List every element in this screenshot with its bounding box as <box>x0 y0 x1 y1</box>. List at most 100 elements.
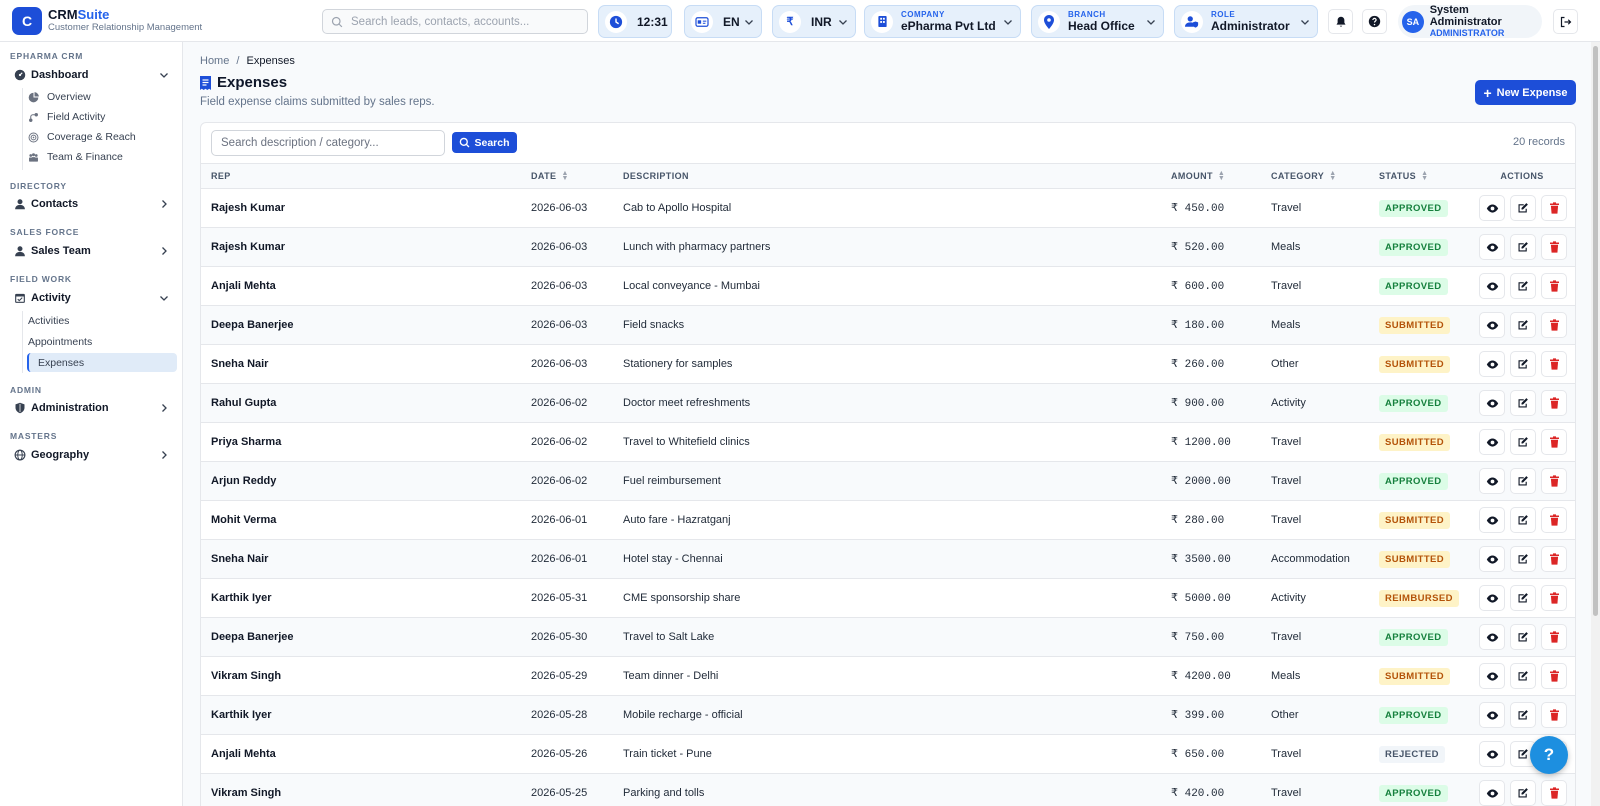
delete-button[interactable] <box>1541 585 1567 611</box>
column-header-rep[interactable]: REP <box>201 163 521 189</box>
table-row[interactable]: Sneha Nair 2026-06-03 Stationery for sampl… <box>201 344 1575 384</box>
view-button[interactable] <box>1479 663 1505 689</box>
sidebar-item-expenses[interactable]: Expenses <box>27 353 177 372</box>
column-header-category[interactable]: CATEGORY ▲ ▼ <box>1261 163 1369 189</box>
delete-button[interactable] <box>1541 429 1567 455</box>
currency-selector[interactable]: ₹ INR <box>772 5 856 38</box>
sidebar-item-team-finance[interactable]: Team & Finance <box>28 148 178 166</box>
view-button[interactable] <box>1479 780 1505 806</box>
sidebar-item-field-activity[interactable]: Field Activity <box>28 108 178 126</box>
company-selector[interactable]: COMPANY ePharma Pvt Ltd <box>864 5 1021 38</box>
language-selector[interactable]: EN <box>684 5 762 38</box>
new-expense-button[interactable]: + New Expense <box>1475 80 1576 105</box>
sidebar-item-dashboard[interactable]: Dashboard <box>6 65 176 85</box>
edit-button[interactable] <box>1510 546 1536 572</box>
sidebar-item-activities[interactable]: Activities <box>28 312 178 330</box>
sidebar-item-overview[interactable]: Overview <box>28 88 178 106</box>
view-button[interactable] <box>1479 351 1505 377</box>
view-button[interactable] <box>1479 702 1505 728</box>
delete-button[interactable] <box>1541 624 1567 650</box>
delete-button[interactable] <box>1541 312 1567 338</box>
table-row[interactable]: Rahul Gupta 2026-06-02 Doctor meet refresh… <box>201 383 1575 423</box>
delete-button[interactable] <box>1541 273 1567 299</box>
sidebar-item-sales-team[interactable]: Sales Team <box>6 241 176 261</box>
view-button[interactable] <box>1479 585 1505 611</box>
delete-button[interactable] <box>1541 468 1567 494</box>
delete-button[interactable] <box>1541 390 1567 416</box>
table-row[interactable]: Karthik Iyer 2026-05-31 CME sponsorship sh… <box>201 578 1575 618</box>
table-search-input[interactable] <box>211 130 445 156</box>
logout-button[interactable] <box>1553 9 1578 34</box>
brand[interactable]: C CRMSuite Customer Relationship Managem… <box>12 7 202 35</box>
table-row[interactable]: Priya Sharma 2026-06-02 Travel to Whitefie… <box>201 422 1575 462</box>
delete-button[interactable] <box>1541 234 1567 260</box>
global-search[interactable] <box>322 9 588 34</box>
notifications-button[interactable] <box>1328 9 1353 34</box>
page-scrollbar[interactable] <box>1591 42 1600 806</box>
table-row[interactable]: Deepa Banerjee 2026-06-03 Field snacks ₹ 18… <box>201 305 1575 345</box>
edit-button[interactable] <box>1510 780 1536 806</box>
column-header-amount[interactable]: AMOUNT ▲ ▼ <box>1161 163 1261 189</box>
edit-button[interactable] <box>1510 702 1536 728</box>
table-row[interactable]: Sneha Nair 2026-06-01 Hotel stay - Chennai… <box>201 539 1575 579</box>
edit-button[interactable] <box>1510 507 1536 533</box>
edit-button[interactable] <box>1510 234 1536 260</box>
column-header-status[interactable]: STATUS ▲ ▼ <box>1369 163 1467 189</box>
clock-pill[interactable]: 12:31 <box>598 5 672 38</box>
delete-button[interactable] <box>1541 507 1567 533</box>
role-selector[interactable]: ROLE Administrator <box>1174 5 1318 38</box>
table-row[interactable]: Arjun Reddy 2026-06-02 Fuel reimbursement ₹… <box>201 461 1575 501</box>
scrollbar-thumb[interactable] <box>1593 46 1598 616</box>
edit-button[interactable] <box>1510 624 1536 650</box>
breadcrumb-home[interactable]: Home <box>200 55 229 67</box>
edit-button[interactable] <box>1510 195 1536 221</box>
sidebar-item-geography[interactable]: Geography <box>6 445 176 465</box>
edit-button[interactable] <box>1510 273 1536 299</box>
edit-button[interactable] <box>1510 312 1536 338</box>
table-row[interactable]: Anjali Mehta 2026-06-03 Local conveyance -… <box>201 266 1575 306</box>
table-row[interactable]: Rajesh Kumar 2026-06-03 Cab to Apollo Hosp… <box>201 188 1575 228</box>
view-button[interactable] <box>1479 429 1505 455</box>
delete-button[interactable] <box>1541 546 1567 572</box>
view-button[interactable] <box>1479 468 1505 494</box>
sidebar-item-contacts[interactable]: Contacts <box>6 194 176 214</box>
view-button[interactable] <box>1479 390 1505 416</box>
table-row[interactable]: Vikram Singh 2026-05-29 Team dinner - Delh… <box>201 656 1575 696</box>
delete-button[interactable] <box>1541 702 1567 728</box>
user-menu[interactable]: SA System Administrator ADMINISTRATOR <box>1398 4 1542 38</box>
edit-button[interactable] <box>1510 468 1536 494</box>
floating-help-button[interactable]: ? <box>1530 736 1568 774</box>
table-row[interactable]: Deepa Banerjee 2026-05-30 Travel to Salt L… <box>201 617 1575 657</box>
table-row[interactable]: Mohit Verma 2026-06-01 Auto fare - Hazratg… <box>201 500 1575 540</box>
help-button[interactable] <box>1362 9 1387 34</box>
sidebar-item-coverage[interactable]: Coverage & Reach <box>28 128 178 146</box>
sidebar-item-activity[interactable]: Activity <box>6 288 176 308</box>
view-button[interactable] <box>1479 546 1505 572</box>
delete-button[interactable] <box>1541 780 1567 806</box>
column-header-description[interactable]: DESCRIPTION <box>613 163 1161 189</box>
branch-selector[interactable]: BRANCH Head Office <box>1031 5 1164 38</box>
view-button[interactable] <box>1479 234 1505 260</box>
view-button[interactable] <box>1479 312 1505 338</box>
view-button[interactable] <box>1479 624 1505 650</box>
edit-button[interactable] <box>1510 351 1536 377</box>
sidebar-item-administration[interactable]: Administration <box>6 398 176 418</box>
delete-button[interactable] <box>1541 663 1567 689</box>
table-row[interactable]: Vikram Singh 2026-05-25 Parking and tolls ₹… <box>201 773 1575 806</box>
edit-button[interactable] <box>1510 429 1536 455</box>
table-row[interactable]: Rajesh Kumar 2026-06-03 Lunch with pharmac… <box>201 227 1575 267</box>
table-row[interactable]: Anjali Mehta 2026-05-26 Train ticket - Pun… <box>201 734 1575 774</box>
delete-button[interactable] <box>1541 195 1567 221</box>
view-button[interactable] <box>1479 741 1505 767</box>
edit-button[interactable] <box>1510 663 1536 689</box>
column-header-date[interactable]: DATE ▲ ▼ <box>521 163 613 189</box>
view-button[interactable] <box>1479 195 1505 221</box>
sidebar-item-appointments[interactable]: Appointments <box>28 333 178 351</box>
table-row[interactable]: Karthik Iyer 2026-05-28 Mobile recharge - … <box>201 695 1575 735</box>
view-button[interactable] <box>1479 507 1505 533</box>
view-button[interactable] <box>1479 273 1505 299</box>
delete-button[interactable] <box>1541 351 1567 377</box>
edit-button[interactable] <box>1510 585 1536 611</box>
edit-button[interactable] <box>1510 390 1536 416</box>
search-button[interactable]: Search <box>452 132 517 153</box>
